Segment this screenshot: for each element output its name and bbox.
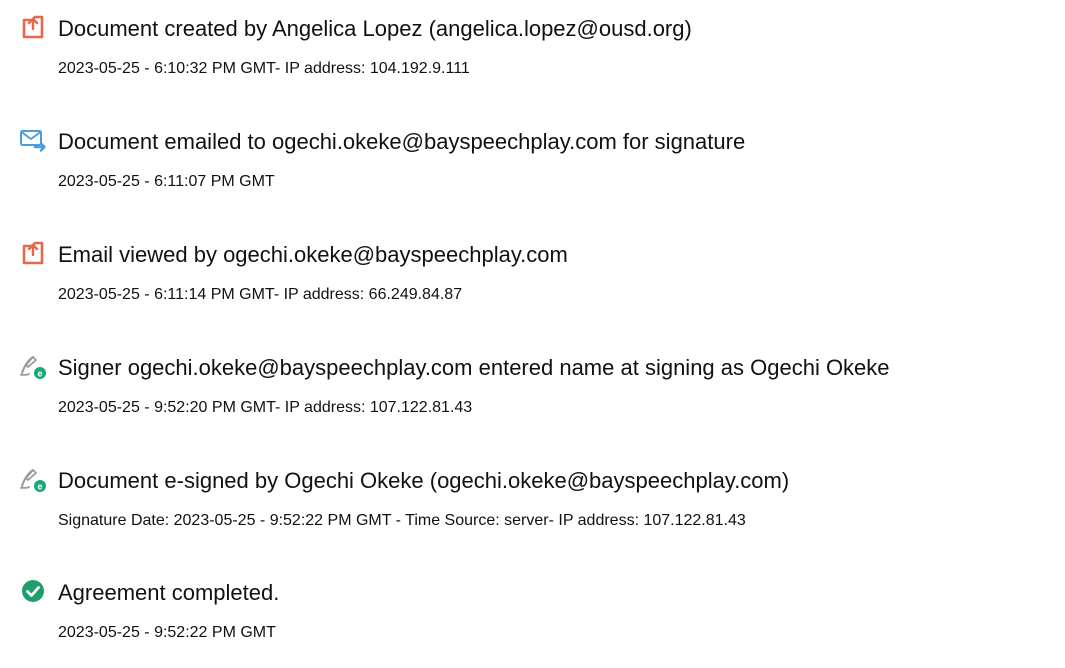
email-sent-icon <box>18 125 48 155</box>
audit-event-document-created: Document created by Angelica Lopez (ange… <box>0 14 1065 104</box>
audit-event-document-esigned: e Document e-signed by Ogechi Okeke (oge… <box>0 466 1065 556</box>
event-title: Email viewed by ogechi.okeke@bayspeechpl… <box>58 242 568 267</box>
event-title: Signer ogechi.okeke@bayspeechplay.com en… <box>58 355 890 380</box>
event-title: Document created by Angelica Lopez (ange… <box>58 16 692 41</box>
check-circle-icon <box>18 576 48 606</box>
svg-text:e: e <box>37 369 42 379</box>
email-viewed-icon <box>18 238 48 268</box>
event-detail: 2023-05-25 - 6:11:07 PM GMT <box>58 173 275 190</box>
event-detail: 2023-05-25 - 6:11:14 PM GMT- IP address:… <box>58 286 463 303</box>
event-detail: 2023-05-25 - 9:52:22 PM GMT <box>58 624 276 641</box>
audit-event-agreement-completed: Agreement completed. 2023-05-25 - 9:52:2… <box>0 578 1065 668</box>
event-title: Agreement completed. <box>58 580 280 605</box>
esign-pen-icon: e <box>18 464 48 494</box>
event-title: Document e-signed by Ogechi Okeke (ogech… <box>58 468 790 493</box>
svg-text:e: e <box>37 482 42 492</box>
event-detail: Signature Date: 2023-05-25 - 9:52:22 PM … <box>58 512 746 529</box>
audit-event-email-viewed: Email viewed by ogechi.okeke@bayspeechpl… <box>0 240 1065 330</box>
audit-event-signer-entered-name: e Signer ogechi.okeke@bayspeechplay.com … <box>0 353 1065 443</box>
event-detail: 2023-05-25 - 9:52:20 PM GMT- IP address:… <box>58 399 473 416</box>
document-created-icon <box>18 12 48 42</box>
audit-event-document-emailed: Document emailed to ogechi.okeke@bayspee… <box>0 127 1065 217</box>
signer-pen-icon: e <box>18 351 48 381</box>
event-detail: 2023-05-25 - 6:10:32 PM GMT- IP address:… <box>58 60 470 77</box>
event-title: Document emailed to ogechi.okeke@bayspee… <box>58 129 746 154</box>
